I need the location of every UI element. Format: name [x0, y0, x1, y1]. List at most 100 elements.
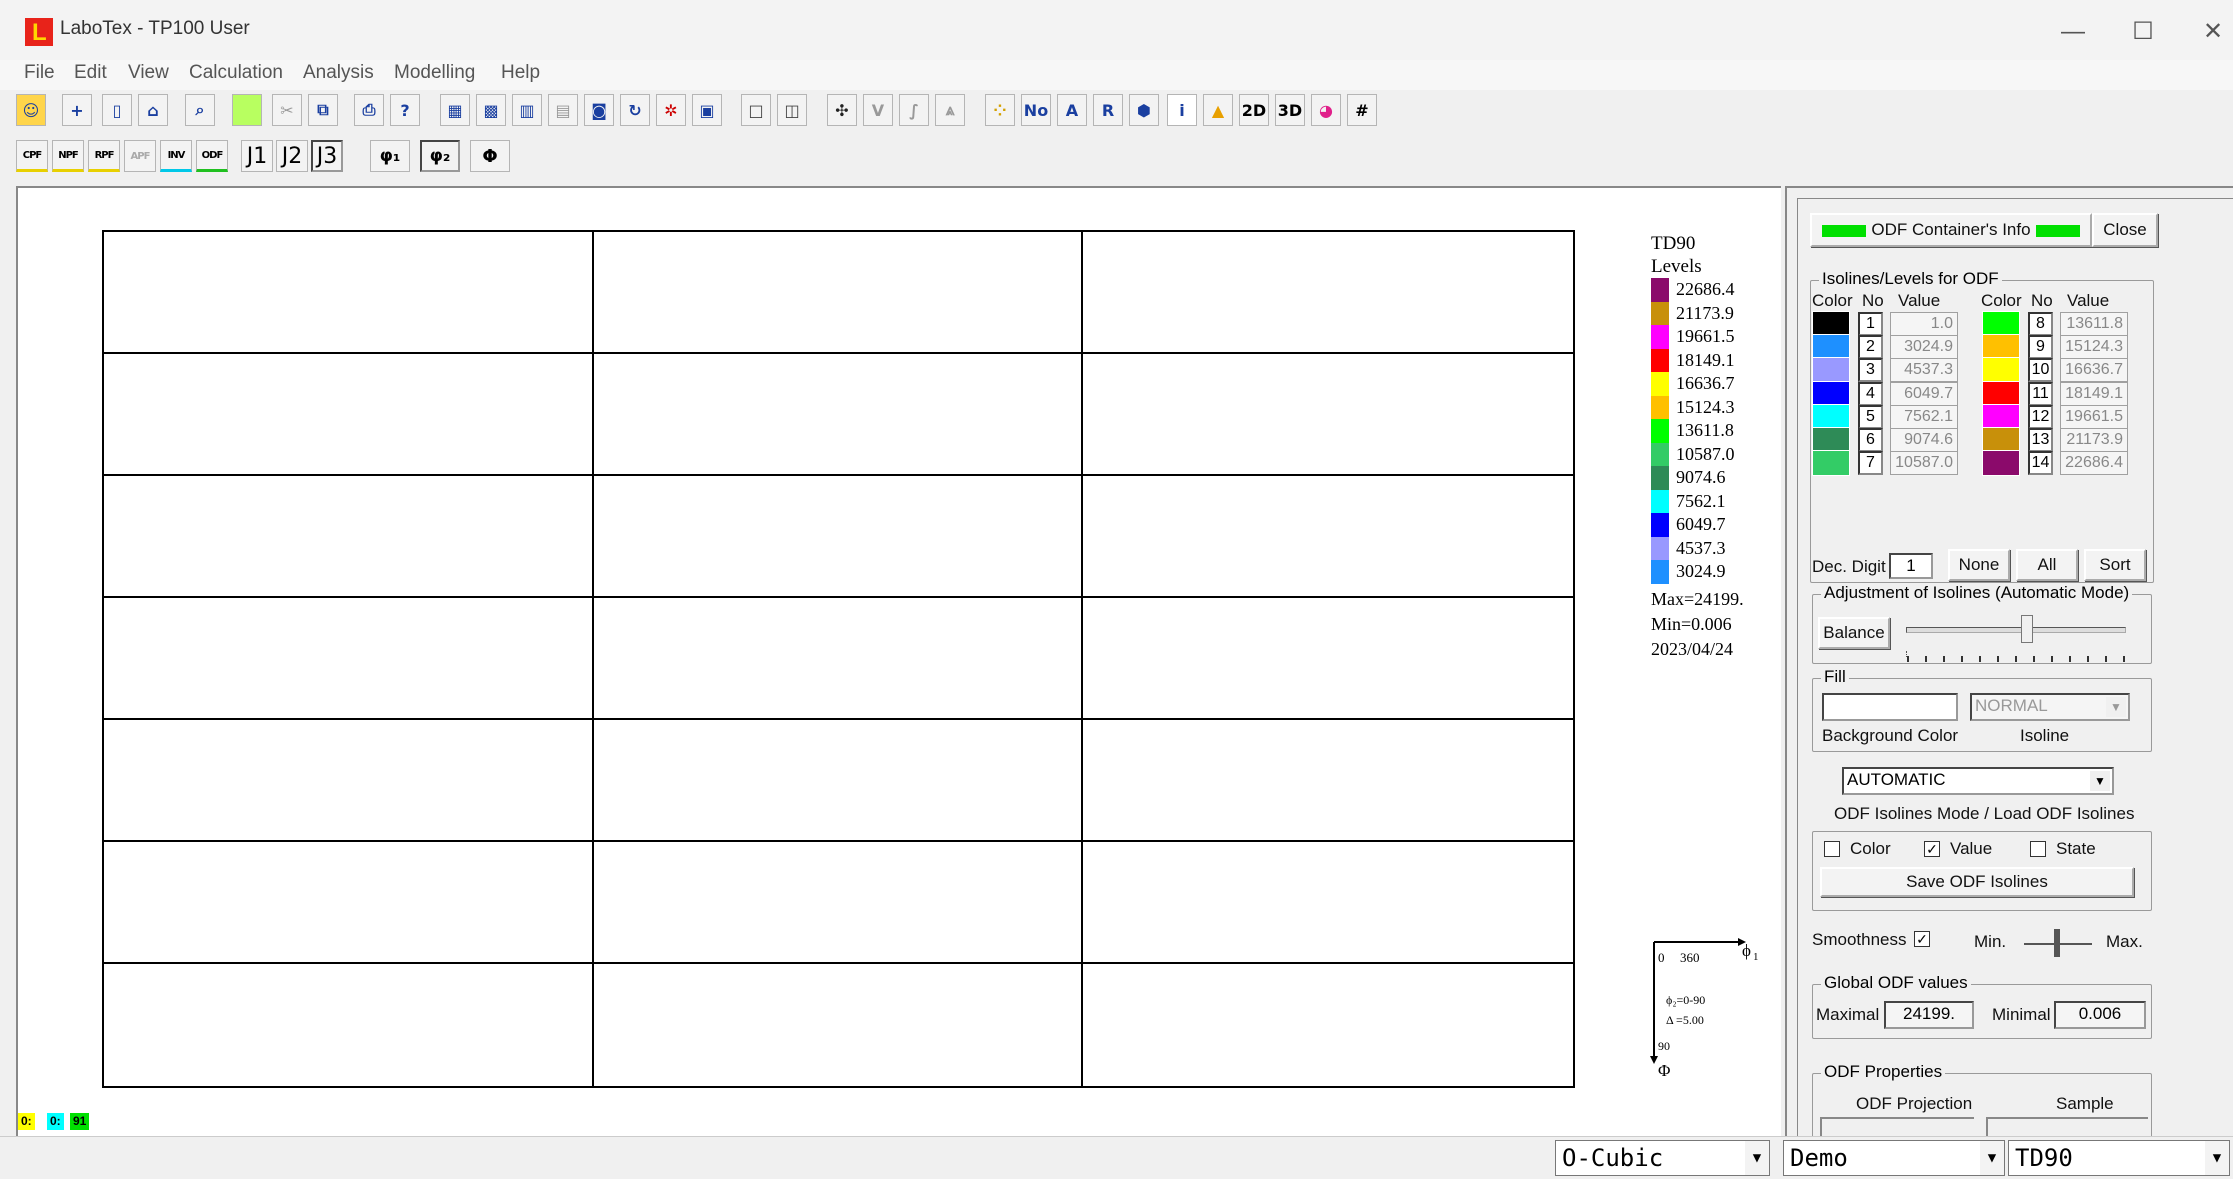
background-color-field[interactable] [1822, 693, 1958, 721]
isoline-number[interactable]: 2 [1858, 335, 1883, 360]
j2-button[interactable]: J2 [276, 140, 308, 172]
odf-container-info-button[interactable]: ODF Container's Info [1810, 213, 2092, 247]
isoline-value-field[interactable]: 4537.3 [1890, 358, 1958, 383]
integral-icon[interactable]: ∫ [899, 94, 929, 126]
isoline-number[interactable]: 1 [1858, 312, 1883, 336]
3d-button[interactable]: 3D [1275, 94, 1305, 126]
odf-button[interactable]: ODF [196, 140, 228, 172]
isoline-color-swatch[interactable] [1812, 334, 1850, 361]
all-button[interactable]: All [2016, 549, 2078, 581]
grid-button[interactable]: # [1347, 94, 1377, 126]
isoline-color-swatch[interactable] [1982, 311, 2020, 337]
isoline-value-field[interactable]: 6049.7 [1890, 381, 1958, 406]
balance-button[interactable]: Balance [1818, 617, 1890, 649]
info-button[interactable]: i [1167, 94, 1197, 126]
layout-disabled-icon[interactable]: ▤ [548, 94, 578, 126]
isoline-color-swatch[interactable] [1812, 403, 1850, 430]
isoline-value-field[interactable]: 9074.6 [1890, 428, 1958, 452]
smoothness-slider-thumb[interactable] [2054, 929, 2060, 957]
triangle-icon[interactable]: ▲ [1203, 94, 1233, 126]
zoom-icon[interactable]: ⌕ [185, 94, 215, 126]
isoline-value-field[interactable]: 19661.5 [2060, 404, 2128, 429]
pie-icon[interactable]: ◕ [1311, 94, 1341, 126]
adjust-slider-thumb[interactable] [2020, 615, 2033, 643]
cut-icon[interactable]: ✂ [272, 94, 302, 126]
menu-calculation[interactable]: Calculation [189, 62, 283, 84]
isolines-mode-dropdown[interactable]: AUTOMATIC ▼ [1842, 767, 2114, 795]
isoline-color-swatch[interactable] [1982, 450, 2020, 477]
isoline-color-swatch[interactable] [1812, 427, 1850, 453]
isoline-number[interactable]: 14 [2028, 451, 2053, 476]
a-button[interactable]: A [1057, 94, 1087, 126]
help-icon[interactable]: ? [390, 94, 420, 126]
isoline-value-field[interactable]: 3024.9 [1890, 335, 1958, 360]
2d-button[interactable]: 2D [1239, 94, 1269, 126]
isoline-color-swatch[interactable] [1982, 403, 2020, 430]
isoline-value-field[interactable]: 18149.1 [2060, 381, 2128, 406]
phi-section-button[interactable]: Φ [470, 140, 510, 172]
window-icon[interactable]: □ [741, 94, 771, 126]
isoline-number[interactable]: 4 [1858, 381, 1883, 406]
scatter-icon[interactable]: ✲ [656, 94, 686, 126]
adjust-slider-track[interactable] [1906, 627, 2126, 633]
model-icon[interactable]: ▣ [692, 94, 722, 126]
isoline-value-field[interactable]: 21173.9 [2060, 428, 2128, 452]
npf-button[interactable]: NPF [52, 140, 84, 172]
user-icon[interactable]: ☺ [16, 94, 46, 126]
project-dropdown[interactable]: Demo ▼ [1783, 1140, 2005, 1176]
split-icon[interactable]: ◫ [777, 94, 807, 126]
menu-analysis[interactable]: Analysis [303, 62, 374, 84]
phi2-section-button[interactable]: φ₂ [420, 140, 460, 172]
isoline-number[interactable]: 10 [2028, 358, 2053, 383]
save-odf-isolines-button[interactable]: Save ODF Isolines [1820, 867, 2134, 897]
menu-view[interactable]: View [128, 62, 169, 84]
peak-icon[interactable]: ⩓ [935, 94, 965, 126]
cpf-button[interactable]: CPF [16, 140, 48, 172]
isoline-number[interactable]: 9 [2028, 335, 2053, 360]
value-checkbox[interactable]: ✓ [1924, 841, 1940, 857]
isoline-fill-dropdown[interactable]: NORMAL ▼ [1970, 693, 2130, 721]
j1-button[interactable]: J1 [241, 140, 273, 172]
isoline-number[interactable]: 8 [2028, 312, 2053, 336]
menu-file[interactable]: File [24, 62, 55, 84]
isoline-value-field[interactable]: 10587.0 [1890, 451, 1958, 476]
rpf-button[interactable]: RPF [88, 140, 120, 172]
menu-help[interactable]: Help [501, 62, 540, 84]
color-checkbox[interactable] [1824, 841, 1840, 857]
minimize-button[interactable]: — [2043, 12, 2103, 52]
isoline-value-field[interactable]: 22686.4 [2060, 451, 2128, 476]
open-folder-icon[interactable]: ⌂ [138, 94, 168, 126]
no-button[interactable]: No [1021, 94, 1051, 126]
odf-canvas[interactable]: TD90 Levels 22686.4 21173.9 19661.5 18149.1… [16, 186, 1781, 1136]
isoline-value-field[interactable]: 1.0 [1890, 312, 1958, 336]
symmetry-dropdown[interactable]: O-Cubic ▼ [1555, 1140, 1770, 1176]
hex-icon[interactable]: ⬢ [1129, 94, 1159, 126]
maximize-button[interactable]: ☐ [2113, 12, 2173, 52]
isoline-color-swatch[interactable] [1982, 380, 2020, 407]
j3-button[interactable]: J3 [311, 140, 343, 172]
inv-button[interactable]: INV [160, 140, 192, 172]
dots-icon[interactable]: ⁘ [985, 94, 1015, 126]
menu-edit[interactable]: Edit [74, 62, 107, 84]
dec-digit-spinner[interactable]: 1 [1889, 553, 1933, 579]
r-button[interactable]: R [1093, 94, 1123, 126]
isoline-color-swatch[interactable] [1982, 357, 2020, 384]
apf-button[interactable]: APF [124, 140, 156, 172]
isoline-number[interactable]: 13 [2028, 428, 2053, 452]
table-icon[interactable]: ▦ [440, 94, 470, 126]
layout-icon[interactable]: ▥ [512, 94, 542, 126]
isoline-number[interactable]: 11 [2028, 381, 2053, 406]
none-button[interactable]: None [1948, 549, 2010, 581]
close-window-button[interactable]: ✕ [2183, 12, 2233, 52]
isoline-color-swatch[interactable] [1812, 311, 1850, 337]
print-icon[interactable]: ⎙ [354, 94, 384, 126]
odf-dropdown[interactable]: TD90 ▼ [2008, 1140, 2230, 1176]
smoothness-checkbox[interactable]: ✓ [1914, 931, 1930, 947]
sections-icon[interactable]: ▩ [476, 94, 506, 126]
new-file-icon[interactable]: ▯ [102, 94, 132, 126]
isoline-number[interactable]: 6 [1858, 428, 1883, 452]
isoline-color-swatch[interactable] [1812, 380, 1850, 407]
rotate-icon[interactable]: ↻ [620, 94, 650, 126]
isoline-number[interactable]: 12 [2028, 404, 2053, 429]
axes-icon[interactable]: ✣ [827, 94, 857, 126]
